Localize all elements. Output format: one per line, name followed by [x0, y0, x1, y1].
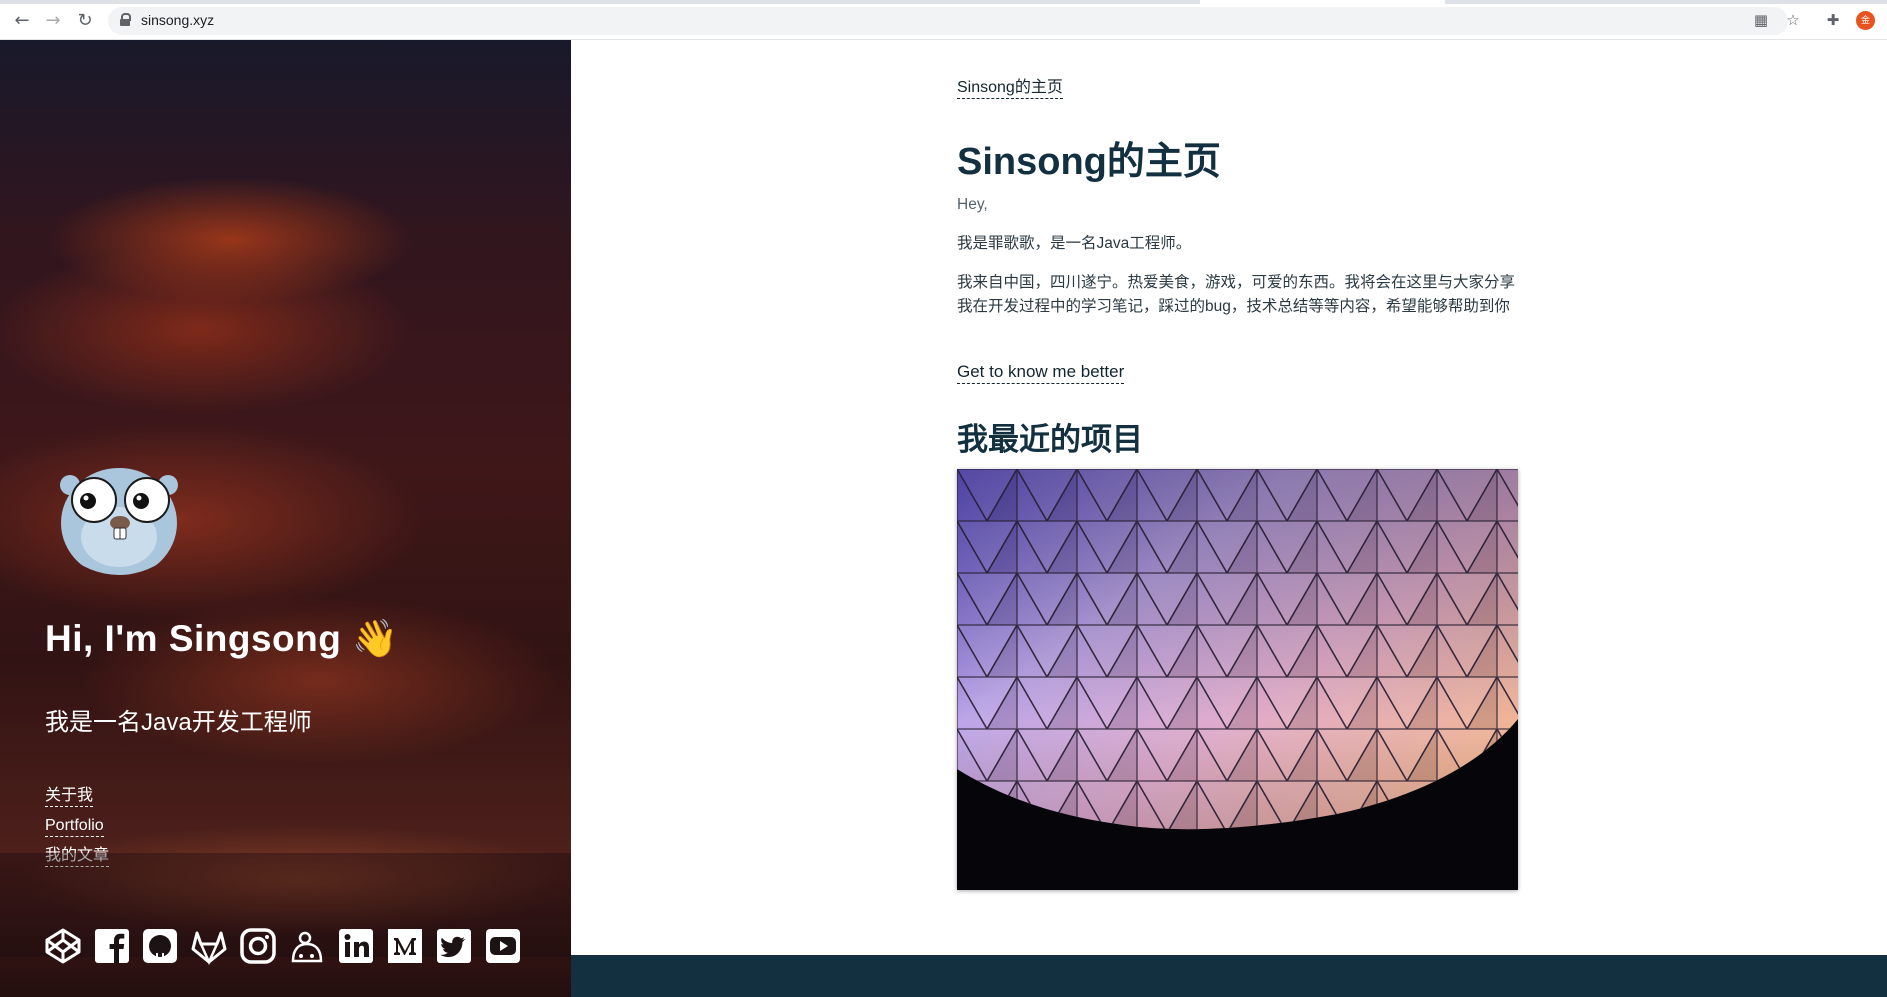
bookmark-star-icon[interactable]: ☆ — [1784, 11, 1802, 29]
extensions-icon[interactable]: ✚ — [1824, 11, 1842, 29]
get-to-know-me-link[interactable]: Get to know me better — [957, 361, 1125, 384]
forward-icon[interactable]: → — [43, 11, 63, 31]
keybase-icon[interactable] — [288, 927, 326, 965]
projects-heading: 我最近的项目 — [957, 422, 1143, 457]
footer — [571, 955, 1887, 997]
profile-avatar[interactable]: 金 — [1856, 11, 1875, 30]
reload-icon[interactable]: ↻ — [75, 11, 95, 31]
url-text[interactable]: sinsong.xyz — [141, 12, 214, 28]
page-title: Sinsong的主页 — [957, 141, 1221, 183]
portfolio-link[interactable]: Portfolio — [45, 816, 104, 837]
intro-paragraph-1: 我是罪歌歌，是一名Java工程师。 — [957, 235, 1192, 252]
avatar — [44, 425, 194, 575]
facebook-icon[interactable] — [93, 927, 131, 965]
codepen-icon[interactable] — [44, 927, 82, 965]
browser-toolbar: ← → ↻ sinsong.xyz ▦ ☆ ✚ 金 — [0, 0, 1887, 40]
intro-paragraph-2: 我来自中国，四川遂宁。热爱美食，游戏，可爱的东西。我将会在这里与大家分享我在开发… — [957, 274, 1516, 315]
linkedin-icon[interactable] — [337, 927, 375, 965]
twitter-icon[interactable] — [435, 927, 473, 965]
tab-strip — [0, 0, 1887, 4]
active-tab[interactable] — [1200, 0, 1445, 4]
address-bar[interactable] — [108, 7, 1788, 35]
hero-title: Hi, I'm Singsong 👋 — [45, 618, 399, 659]
gitlab-icon[interactable] — [190, 927, 228, 965]
youtube-icon[interactable] — [484, 927, 522, 965]
hero-subtitle: 我是一名Java开发工程师 — [45, 709, 312, 736]
qr-code-icon[interactable]: ▦ — [1752, 11, 1770, 29]
greeting-text: Hey, — [957, 196, 988, 213]
lock-icon[interactable] — [120, 13, 131, 27]
about-me-link[interactable]: 关于我 — [45, 786, 94, 807]
breadcrumb[interactable]: Sinsong的主页 — [957, 78, 1063, 99]
project-image[interactable] — [957, 469, 1518, 890]
medium-icon[interactable] — [386, 927, 424, 965]
github-icon[interactable] — [141, 927, 179, 965]
instagram-icon[interactable] — [239, 927, 277, 965]
back-icon[interactable]: ← — [12, 11, 32, 31]
